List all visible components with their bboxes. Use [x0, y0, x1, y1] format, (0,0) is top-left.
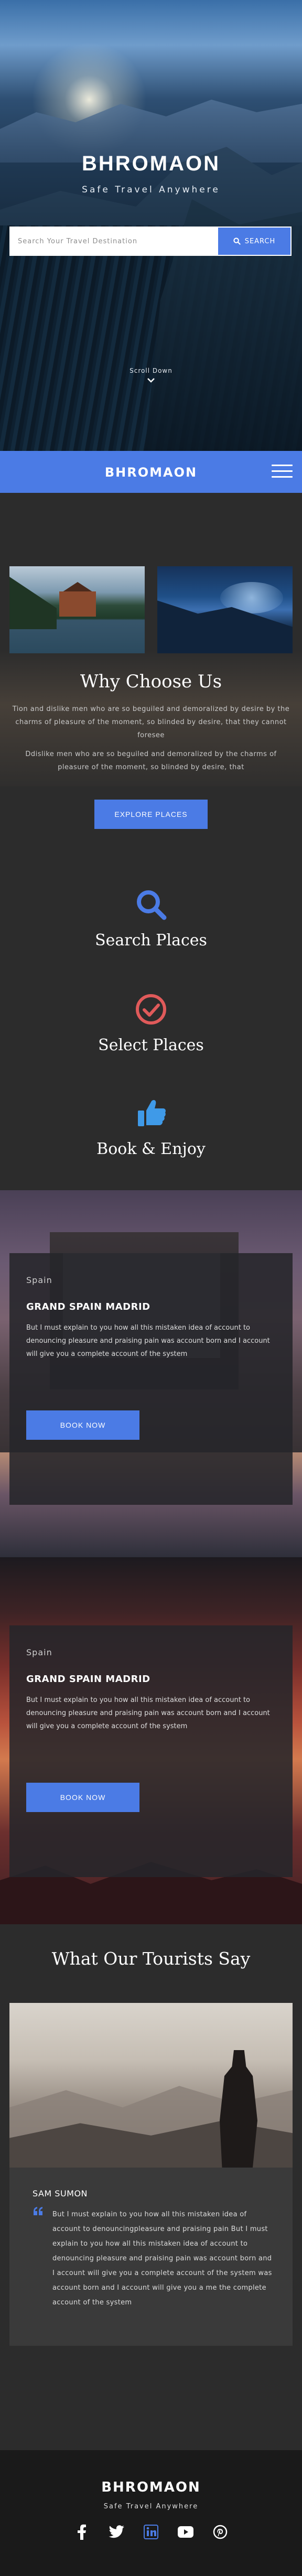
why-paragraph-2: Ddislike men who are so beguiled and dem…: [25, 750, 277, 771]
navbar: BHROMAON: [0, 451, 302, 493]
page: BHROMAON Safe Travel Anywhere SEARCH Scr…: [0, 0, 302, 2576]
lake-house-image: [9, 566, 145, 653]
book-now-button[interactable]: BOOK NOW: [26, 1410, 139, 1440]
search-bar: SEARCH: [9, 227, 292, 256]
testimonial-section: What Our Tourists Say SAM SUMON But I mu…: [0, 1924, 302, 2450]
destination-title: GRAND SPAIN MADRID: [26, 1674, 150, 1685]
testimonial-text: But I must explain to you how all this m…: [52, 2211, 272, 2306]
hero-subtitle: Safe Travel Anywhere: [82, 185, 220, 195]
destination-section-2: Spain GRAND SPAIN MADRID But I must expl…: [0, 1557, 302, 1924]
footer-logo[interactable]: BHROMAON: [0, 2480, 302, 2495]
search-button[interactable]: SEARCH: [217, 227, 292, 256]
nav-logo[interactable]: BHROMAON: [0, 465, 302, 480]
destination-card: Spain GRAND SPAIN MADRID But I must expl…: [9, 1253, 293, 1505]
search-icon: [137, 890, 167, 920]
why-choose-us-section: Why Choose Us Tion and dislike men who a…: [0, 493, 302, 881]
feature-label: Search Places: [95, 931, 207, 950]
hero-title: BHROMAON: [82, 152, 220, 175]
feature-label: Book & Enjoy: [96, 1140, 206, 1158]
footer: BHROMAON Safe Travel Anywhere: [0, 2450, 302, 2576]
feature-label: Select Places: [98, 1036, 204, 1054]
search-input[interactable]: [9, 227, 217, 256]
features-section: Search Places Select Places Book & Enjoy: [0, 881, 302, 1190]
testimonial-name: SAM SUMON: [33, 2189, 88, 2198]
hero-section: BHROMAON Safe Travel Anywhere SEARCH Scr…: [0, 0, 302, 451]
destination-section-1: Spain GRAND SPAIN MADRID But I must expl…: [0, 1190, 302, 1557]
destination-card: Spain GRAND SPAIN MADRID But I must expl…: [9, 1625, 293, 1877]
explore-places-button[interactable]: EXPLORE PLACES: [94, 800, 208, 829]
footer-subtitle: Safe Travel Anywhere: [103, 2503, 199, 2510]
scroll-down-label[interactable]: Scroll Down: [0, 367, 302, 374]
destination-description: But I must explain to you how all this m…: [26, 1324, 270, 1358]
feature-book-enjoy: Book & Enjoy: [0, 1095, 302, 1158]
thumbs-up-icon: [138, 1100, 166, 1126]
tourist-photo: [9, 2003, 293, 2168]
search-icon: [233, 238, 241, 245]
pinterest-icon[interactable]: [212, 2524, 229, 2540]
linkedin-icon[interactable]: [143, 2524, 159, 2540]
chevron-down-icon[interactable]: [146, 376, 156, 385]
hamburger-icon[interactable]: [272, 465, 293, 479]
book-now-button[interactable]: BOOK NOW: [26, 1783, 139, 1812]
check-circle-icon: [136, 994, 166, 1025]
facebook-icon[interactable]: [73, 2524, 90, 2540]
why-paragraph-1: Tion and dislike men who are so beguiled…: [12, 705, 290, 739]
twitter-icon[interactable]: [108, 2524, 125, 2540]
social-links: [0, 2524, 302, 2540]
valley-image: [157, 566, 293, 653]
feature-select-places: Select Places: [0, 991, 302, 1054]
destination-description: But I must explain to you how all this m…: [26, 1696, 270, 1730]
quote-icon: [34, 2207, 42, 2215]
search-button-label: SEARCH: [244, 237, 276, 245]
feature-search-places: Search Places: [0, 886, 302, 950]
why-title: Why Choose Us: [80, 671, 222, 692]
destination-country: Spain: [26, 1647, 52, 1657]
testimonial-title: What Our Tourists Say: [51, 1948, 251, 1969]
youtube-icon[interactable]: [177, 2524, 194, 2540]
destination-country: Spain: [26, 1275, 52, 1285]
destination-title: GRAND SPAIN MADRID: [26, 1301, 150, 1312]
